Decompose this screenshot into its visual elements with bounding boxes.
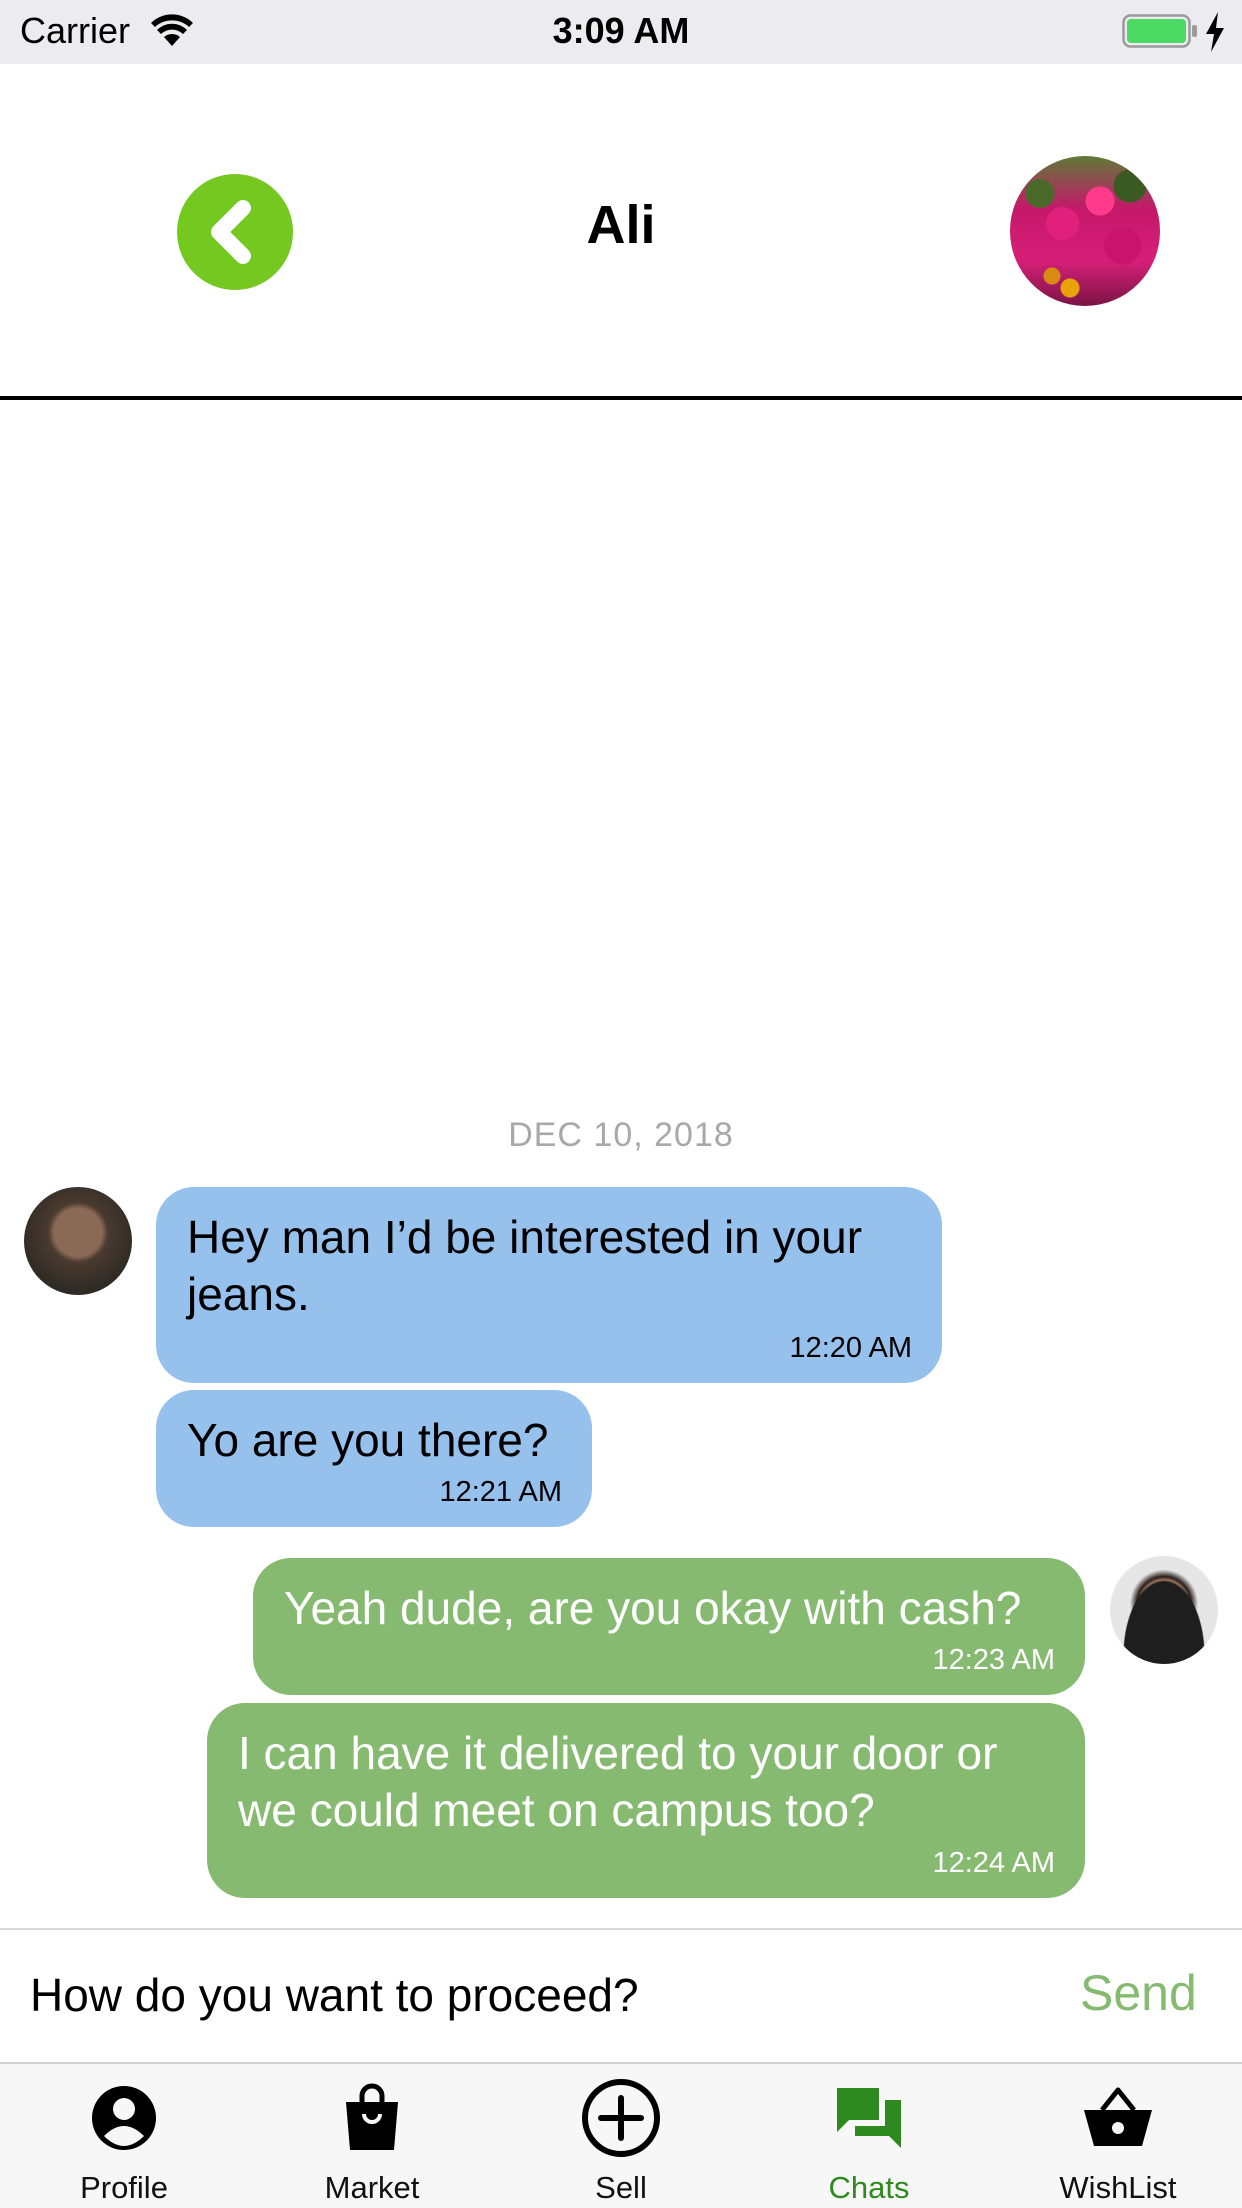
chat-header: Ali — [0, 64, 1242, 400]
message-text: Yeah dude, are you okay with cash? — [284, 1582, 1022, 1634]
tab-label: Profile — [80, 2170, 168, 2205]
message-time: 12:23 AM — [932, 1644, 1055, 1676]
message-bubble-incoming: Hey man I’d be interested in your jeans.… — [156, 1187, 942, 1383]
tab-label: WishList — [1059, 2170, 1177, 2205]
message-input[interactable] — [30, 1962, 930, 2028]
message-time: 12:24 AM — [932, 1847, 1055, 1879]
contact-avatar[interactable] — [1010, 156, 1160, 306]
send-button[interactable]: Send — [1080, 1964, 1197, 2022]
date-separator: DEC 10, 2018 — [508, 1116, 734, 1154]
status-time: 3:09 AM — [552, 10, 690, 51]
message-bubble-outgoing: Yeah dude, are you okay with cash? 12:23… — [253, 1558, 1085, 1695]
tab-label: Sell — [595, 2170, 647, 2205]
message-text: Hey man I’d be interested in your jeans. — [187, 1211, 863, 1320]
message-time: 12:20 AM — [789, 1332, 912, 1364]
shopping-bag-icon — [346, 2083, 398, 2150]
tab-sell[interactable]: Sell — [497, 2064, 745, 2208]
basket-icon — [1084, 2087, 1152, 2146]
sender-avatar — [24, 1187, 132, 1295]
tab-market[interactable]: Market — [248, 2064, 496, 2208]
chat-bubbles-icon — [837, 2088, 901, 2148]
battery-icon — [1122, 14, 1197, 48]
tab-bar: Profile Market Sell Chats WishList — [0, 2062, 1242, 2208]
user-avatar — [1110, 1556, 1218, 1664]
tab-wishlist[interactable]: WishList — [994, 2064, 1242, 2208]
plus-circle-icon — [582, 2079, 660, 2157]
message-composer: Send — [0, 1928, 1242, 2062]
message-text: I can have it delivered to your door or … — [238, 1727, 998, 1836]
message-text: Yo are you there? — [187, 1414, 549, 1466]
charging-bolt-icon — [1206, 12, 1224, 52]
tab-profile[interactable]: Profile — [0, 2064, 248, 2208]
message-time: 12:21 AM — [439, 1476, 562, 1508]
tab-chats[interactable]: Chats — [745, 2064, 993, 2208]
status-bar: Carrier 3:09 AM — [0, 0, 1242, 64]
tab-label: Chats — [828, 2170, 910, 2205]
message-bubble-incoming: Yo are you there? 12:21 AM — [156, 1390, 592, 1527]
message-bubble-outgoing: I can have it delivered to your door or … — [207, 1703, 1085, 1898]
tab-label: Market — [324, 2170, 420, 2205]
profile-icon — [92, 2086, 156, 2150]
